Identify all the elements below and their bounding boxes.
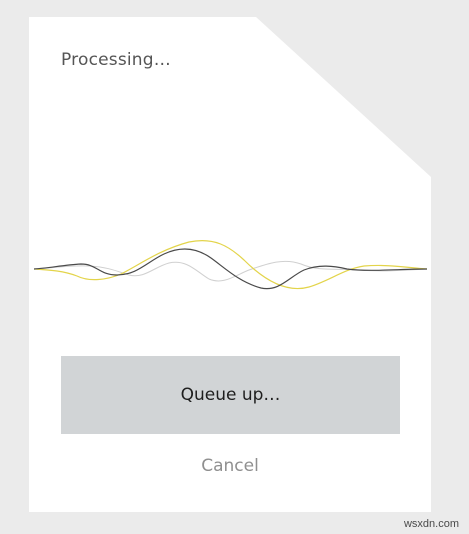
- waveform-dark-line: [33, 248, 428, 290]
- queue-up-button[interactable]: Queue up…: [61, 356, 400, 434]
- processing-dialog: Processing… Queue up… Cancel: [29, 17, 431, 512]
- cancel-button[interactable]: Cancel: [29, 456, 431, 476]
- status-text: Processing…: [61, 50, 171, 70]
- waveform-yellow-line: [33, 240, 428, 290]
- watermark-text: wsxdn.com: [403, 518, 459, 530]
- waveform-light-line: [33, 260, 428, 282]
- audio-waveform: [33, 240, 428, 290]
